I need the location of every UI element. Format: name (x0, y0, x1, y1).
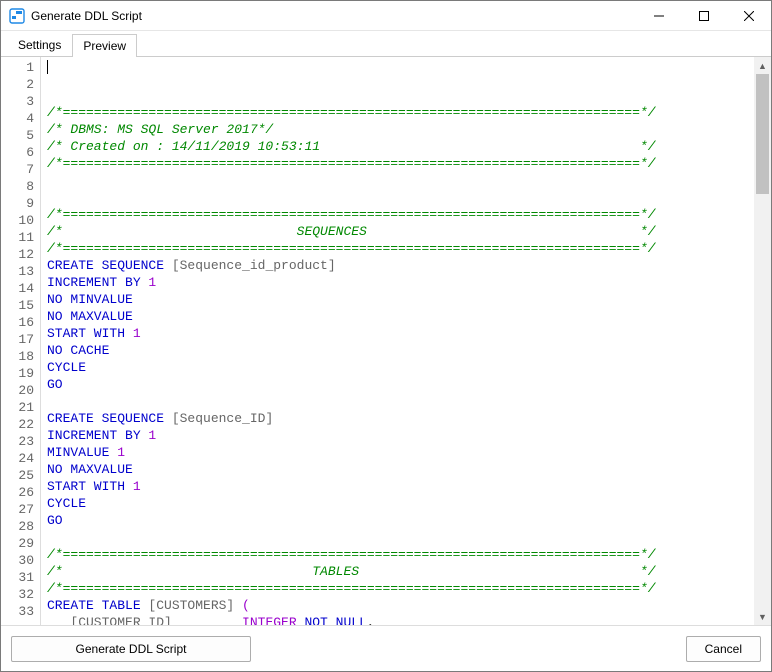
code-line (47, 189, 754, 206)
line-number: 23 (1, 433, 40, 450)
code-line: /* SEQUENCES */ (47, 223, 754, 240)
line-number: 2 (1, 76, 40, 93)
app-icon (9, 8, 25, 24)
editor-area: 1234567891011121314151617181920212223242… (1, 57, 771, 625)
line-number: 5 (1, 127, 40, 144)
footer: Generate DDL Script Cancel (1, 625, 771, 671)
line-number: 30 (1, 552, 40, 569)
line-number: 18 (1, 348, 40, 365)
minimize-button[interactable] (636, 1, 681, 30)
line-number: 31 (1, 569, 40, 586)
cancel-button[interactable]: Cancel (686, 636, 761, 662)
close-button[interactable] (726, 1, 771, 30)
code-line: CREATE TABLE [CUSTOMERS] ( (47, 597, 754, 614)
code-line: CYCLE (47, 495, 754, 512)
code-line: CREATE SEQUENCE [Sequence_id_product] (47, 257, 754, 274)
window-buttons (636, 1, 771, 30)
line-gutter: 1234567891011121314151617181920212223242… (1, 57, 41, 625)
code-line: [CUSTOMER_ID] INTEGER NOT NULL, (47, 614, 754, 625)
line-number: 21 (1, 399, 40, 416)
line-number: 28 (1, 518, 40, 535)
line-number: 10 (1, 212, 40, 229)
line-number: 12 (1, 246, 40, 263)
text-caret (47, 60, 48, 74)
code-line: MINVALUE 1 (47, 444, 754, 461)
line-number: 17 (1, 331, 40, 348)
code-line: CYCLE (47, 359, 754, 376)
tab-preview[interactable]: Preview (72, 34, 137, 57)
line-number: 4 (1, 110, 40, 127)
titlebar: Generate DDL Script (1, 1, 771, 31)
code-line: START WITH 1 (47, 325, 754, 342)
line-number: 11 (1, 229, 40, 246)
code-line (47, 529, 754, 546)
line-number: 22 (1, 416, 40, 433)
generate-button[interactable]: Generate DDL Script (11, 636, 251, 662)
line-number: 3 (1, 93, 40, 110)
code-line: NO MAXVALUE (47, 461, 754, 478)
line-number: 1 (1, 59, 40, 76)
line-number: 33 (1, 603, 40, 620)
code-line (47, 393, 754, 410)
tab-settings[interactable]: Settings (7, 33, 72, 56)
scroll-thumb[interactable] (756, 74, 769, 194)
line-number: 24 (1, 450, 40, 467)
line-number: 27 (1, 501, 40, 518)
code-line: NO MINVALUE (47, 291, 754, 308)
line-number: 32 (1, 586, 40, 603)
line-number: 29 (1, 535, 40, 552)
code-line: NO CACHE (47, 342, 754, 359)
code-line: /*======================================… (47, 580, 754, 597)
code-line: /* TABLES */ (47, 563, 754, 580)
line-number: 20 (1, 382, 40, 399)
code-line (47, 172, 754, 189)
scroll-down-icon[interactable]: ▼ (754, 608, 771, 625)
line-number: 15 (1, 297, 40, 314)
line-number: 13 (1, 263, 40, 280)
line-number: 9 (1, 195, 40, 212)
code-line: /* DBMS: MS SQL Server 2017*/ (47, 121, 754, 138)
code-line: START WITH 1 (47, 478, 754, 495)
code-line: /*======================================… (47, 155, 754, 172)
vertical-scrollbar[interactable]: ▲ ▼ (754, 57, 771, 625)
line-number: 19 (1, 365, 40, 382)
code-line: INCREMENT BY 1 (47, 274, 754, 291)
code-line: /*======================================… (47, 206, 754, 223)
line-number: 16 (1, 314, 40, 331)
code-line: /* Created on : 14/11/2019 10:53:11 */ (47, 138, 754, 155)
line-number: 8 (1, 178, 40, 195)
maximize-button[interactable] (681, 1, 726, 30)
line-number: 7 (1, 161, 40, 178)
window-title: Generate DDL Script (31, 9, 636, 23)
tabsbar: Settings Preview (1, 31, 771, 57)
line-number: 14 (1, 280, 40, 297)
code-line: /*======================================… (47, 240, 754, 257)
code-line: /*======================================… (47, 546, 754, 563)
line-number: 26 (1, 484, 40, 501)
code-line: GO (47, 376, 754, 393)
code-line: /*======================================… (47, 104, 754, 121)
scroll-up-icon[interactable]: ▲ (754, 57, 771, 74)
line-number: 25 (1, 467, 40, 484)
code-line: NO MAXVALUE (47, 308, 754, 325)
code-line: INCREMENT BY 1 (47, 427, 754, 444)
code-view[interactable]: /*======================================… (41, 57, 754, 625)
line-number: 6 (1, 144, 40, 161)
code-line: GO (47, 512, 754, 529)
code-line: CREATE SEQUENCE [Sequence_ID] (47, 410, 754, 427)
